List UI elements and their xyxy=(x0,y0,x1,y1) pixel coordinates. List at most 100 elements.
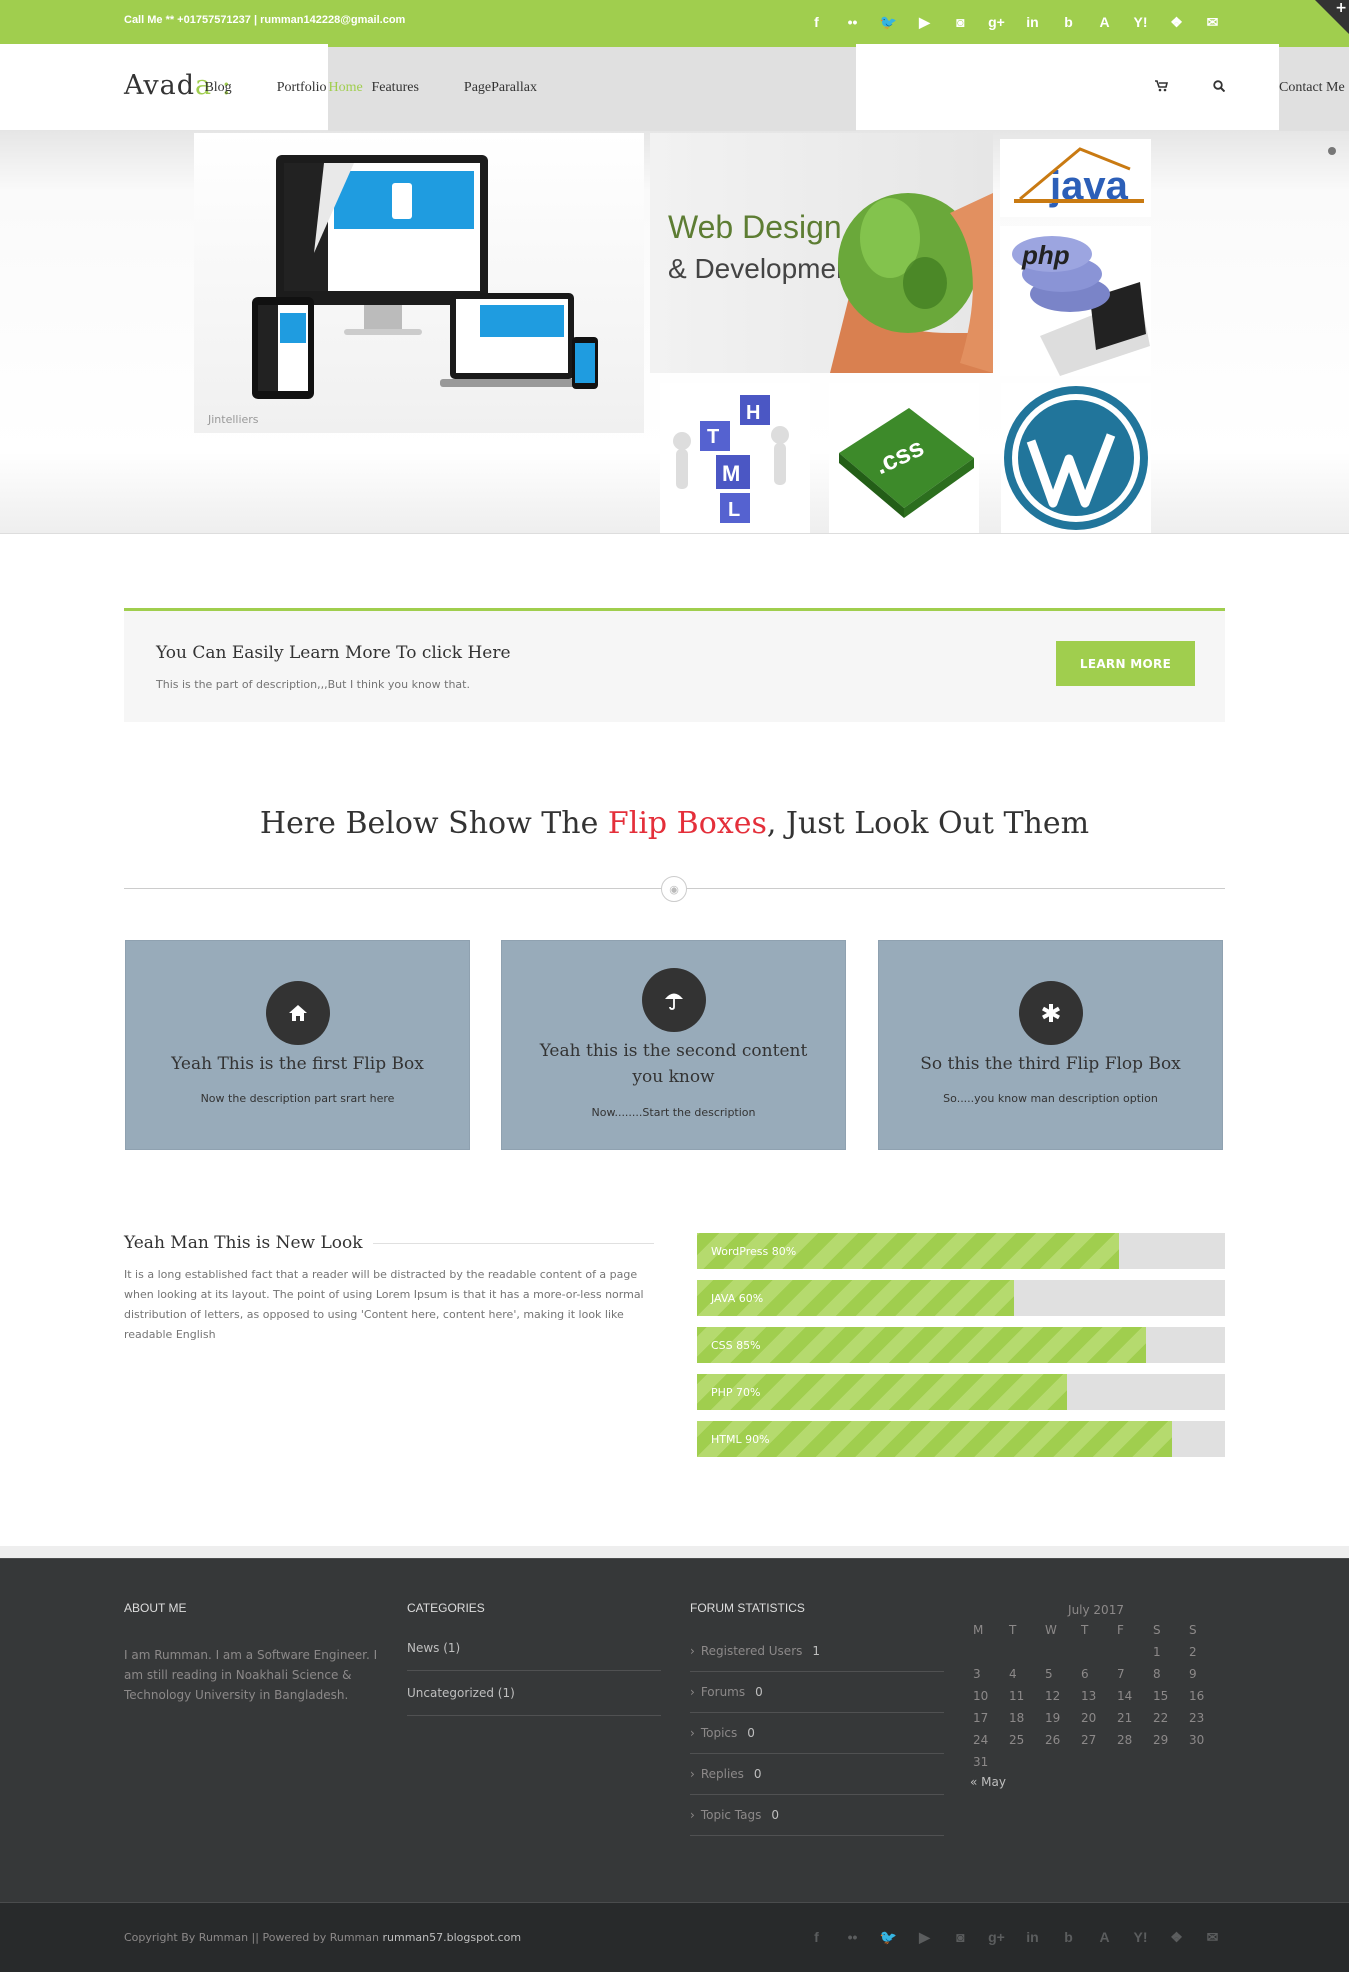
youtube-icon[interactable]: ▶ xyxy=(912,1925,937,1949)
calendar-day-header: F xyxy=(1117,1623,1124,1637)
calendar-day: 23 xyxy=(1189,1711,1205,1725)
progress-bar: HTML 90% xyxy=(697,1421,1225,1457)
nav-pageparallax[interactable]: PageParallax xyxy=(464,44,537,131)
google-plus-icon[interactable]: g+ xyxy=(984,10,1009,34)
cube-letter-m: M xyxy=(722,461,740,486)
copyright-link[interactable]: rumman57.blogspot.com xyxy=(382,1931,521,1944)
linkedin-icon[interactable]: in xyxy=(1020,1925,1045,1949)
progress-bar: WordPress 80% xyxy=(697,1233,1225,1269)
calendar-day: 27 xyxy=(1081,1733,1097,1747)
calendar-week: 10 11 12 13 14 15 16 xyxy=(970,1685,1222,1707)
calendar-day: 1 xyxy=(1153,1645,1161,1659)
search-icon[interactable] xyxy=(1213,79,1226,96)
calendar-day: 3 xyxy=(973,1667,981,1681)
footer-about-heading: ABOUT ME xyxy=(124,1601,187,1615)
linkedin-icon[interactable]: in xyxy=(1020,10,1045,34)
instagram-icon[interactable]: ◙ xyxy=(948,1925,973,1949)
nav-contact-me[interactable]: Contact Me xyxy=(1279,44,1349,131)
forrst-icon[interactable]: A xyxy=(1092,1925,1117,1949)
home-icon xyxy=(265,981,330,1045)
forum-stat-item[interactable]: › Topic Tags 0 xyxy=(690,1795,944,1836)
calendar-day: 11 xyxy=(1009,1689,1025,1703)
calendar-day: 14 xyxy=(1117,1689,1133,1703)
instagram-icon[interactable]: ◙ xyxy=(948,10,973,34)
flip-box-1[interactable]: Yeah This is the first Flip Box Now the … xyxy=(125,940,470,1150)
calendar-week: 12 xyxy=(970,1641,1222,1663)
responsive-devices-image: Jintelliers xyxy=(194,133,644,433)
calendar-day: 19 xyxy=(1045,1711,1061,1725)
section-title-start: Here Below Show The xyxy=(259,806,608,841)
calendar-day: 18 xyxy=(1009,1711,1025,1725)
nav-blog[interactable]: Blog xyxy=(204,44,231,131)
chevron-right-icon: › xyxy=(690,1726,695,1740)
nav-portfolio[interactable]: Portfolio xyxy=(277,44,327,131)
email-icon[interactable]: ✉ xyxy=(1200,10,1225,34)
forum-stat-item[interactable]: › Forums 0 xyxy=(690,1672,944,1713)
yahoo-icon[interactable]: Y! xyxy=(1128,10,1153,34)
flip-box-title: Yeah This is the first Flip Box xyxy=(171,1054,424,1074)
learn-more-button[interactable]: LEARN MORE xyxy=(1056,641,1195,686)
forum-stat-count: 0 xyxy=(747,1726,755,1740)
calendar-day: 16 xyxy=(1189,1689,1205,1703)
cube-letter-t: T xyxy=(707,426,719,448)
footer-social-links: f •• 🐦 ▶ ◙ g+ in b A Y! ❖ ✉ xyxy=(804,1925,1225,1949)
youtube-icon[interactable]: ▶ xyxy=(912,10,937,34)
calendar-day: 2 xyxy=(1189,1645,1197,1659)
forum-stat-count: 1 xyxy=(812,1644,821,1658)
facebook-icon[interactable]: f xyxy=(804,1925,829,1949)
flip-box-3[interactable]: So this the third Flip Flop Box So.....y… xyxy=(878,940,1223,1150)
calendar-day: 6 xyxy=(1081,1667,1089,1681)
category-uncategorized[interactable]: Uncategorized (1) xyxy=(407,1671,661,1716)
hero-slider: Jintelliers Web Design & Development jav… xyxy=(0,131,1349,534)
calendar-day: 10 xyxy=(973,1689,989,1703)
forum-stat-count: 0 xyxy=(771,1808,780,1822)
page: Call Me ** +01757571237 | rumman142228@g… xyxy=(0,0,1349,1972)
blogger-icon[interactable]: b xyxy=(1056,10,1081,34)
flickr-icon[interactable]: •• xyxy=(840,1925,865,1949)
twitter-icon[interactable]: 🐦 xyxy=(876,10,901,34)
twitter-icon[interactable]: 🐦 xyxy=(876,1925,901,1949)
forum-stat-item[interactable]: › Registered Users 1 xyxy=(690,1631,944,1672)
google-plus-icon[interactable]: g+ xyxy=(984,1925,1009,1949)
progress-bar: JAVA 60% xyxy=(697,1280,1225,1316)
copyright-text: Copyright By Rumman || Powered by Rumman… xyxy=(124,1931,521,1944)
yahoo-icon[interactable]: Y! xyxy=(1128,1925,1153,1949)
java-logo: java xyxy=(1000,139,1151,217)
flickr-icon[interactable]: •• xyxy=(840,10,865,34)
section-title: Here Below Show The Flip Boxes, Just Loo… xyxy=(0,806,1349,841)
calendar-caption: July 2017 xyxy=(1068,1603,1124,1617)
chevron-right-icon: › xyxy=(690,1808,695,1822)
slider-dot[interactable] xyxy=(1328,147,1336,155)
dropbox-icon[interactable]: ❖ xyxy=(1164,10,1189,34)
progress-bar-fill xyxy=(697,1327,1146,1363)
calendar-day: 26 xyxy=(1045,1733,1061,1747)
forum-stat-item[interactable]: › Topics 0 xyxy=(690,1713,944,1754)
nav-features[interactable]: Features xyxy=(371,44,418,131)
flip-box-2[interactable]: Yeah this is the second content you know… xyxy=(501,940,846,1150)
calendar-day xyxy=(1042,1641,1078,1663)
forrst-icon[interactable]: A xyxy=(1092,10,1117,34)
calendar-day-header: W xyxy=(1045,1623,1057,1637)
php-text: php xyxy=(1021,240,1070,270)
calendar-day xyxy=(1006,1641,1042,1663)
facebook-icon[interactable]: f xyxy=(804,10,829,34)
footer-about: ABOUT ME I am Rumman. I am a Software En… xyxy=(124,1601,379,1705)
about-text: It is a long established fact that a rea… xyxy=(124,1268,644,1341)
footer-categories-heading: CATEGORIES xyxy=(407,1601,485,1615)
category-news[interactable]: News (1) xyxy=(407,1626,661,1671)
progress-bar-label: HTML 90% xyxy=(711,1433,770,1446)
calendar-day xyxy=(970,1641,1006,1663)
dropbox-icon[interactable]: ❖ xyxy=(1164,1925,1189,1949)
calendar-prev-month[interactable]: « May xyxy=(970,1775,1222,1789)
forum-stat-label: Topics xyxy=(700,1726,738,1740)
forum-stat-label: Replies xyxy=(700,1767,744,1781)
plus-icon[interactable]: + xyxy=(1335,0,1347,16)
promo-box: You Can Easily Learn More To click Here … xyxy=(124,608,1225,722)
forum-stat-item[interactable]: › Replies 0 xyxy=(690,1754,944,1795)
about-title: Yeah Man This is New Look xyxy=(124,1233,373,1253)
email-icon[interactable]: ✉ xyxy=(1200,1925,1225,1949)
chevron-right-icon: › xyxy=(690,1767,695,1781)
sliding-bar-toggle[interactable]: + xyxy=(1315,0,1349,34)
blogger-icon[interactable]: b xyxy=(1056,1925,1081,1949)
cart-icon[interactable] xyxy=(1155,79,1169,96)
